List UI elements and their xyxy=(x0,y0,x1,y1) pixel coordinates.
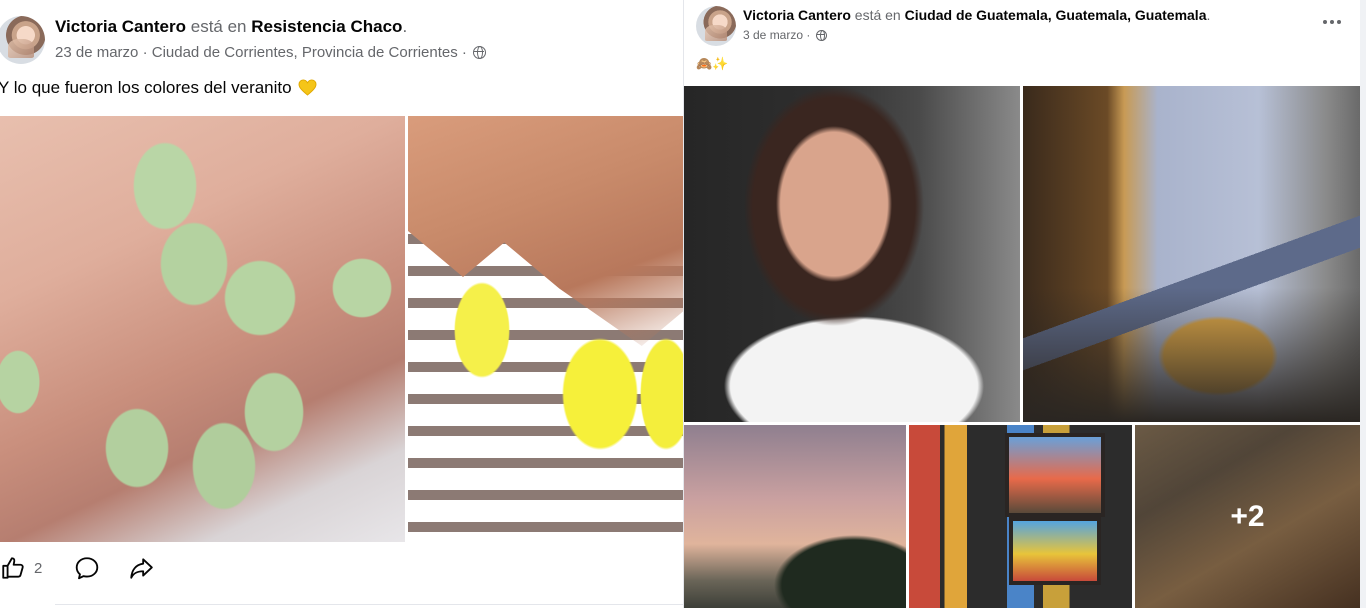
post-photo-more[interactable]: +2 xyxy=(1135,425,1360,608)
post-header: Victoria Cantero está en Resistencia Cha… xyxy=(55,17,407,37)
meta-separator: · xyxy=(806,28,811,42)
post-photo-yellow-nails[interactable] xyxy=(408,116,683,542)
post-photo-selfie[interactable] xyxy=(684,86,1020,422)
comment-button[interactable] xyxy=(74,548,100,588)
post-photo-arch-street[interactable] xyxy=(1023,86,1360,422)
thumbs-up-icon xyxy=(2,557,24,579)
post-photo-paintings[interactable] xyxy=(909,425,1132,608)
post-photo-sunset[interactable] xyxy=(684,425,906,608)
post-date[interactable]: 23 de marzo xyxy=(55,44,138,61)
card-divider xyxy=(55,604,683,605)
like-button[interactable]: 2 xyxy=(0,548,42,588)
dot-icon xyxy=(1337,20,1341,24)
caption-text: Y lo que fueron los colores del veranito xyxy=(0,78,292,97)
share-icon xyxy=(130,558,153,579)
post-caption: 🙈✨ xyxy=(696,56,729,71)
post-photo-green-nails[interactable] xyxy=(0,116,405,542)
yellow-heart-icon xyxy=(298,79,317,96)
author-name[interactable]: Victoria Cantero xyxy=(743,7,851,23)
post-meta: 3 de marzo · xyxy=(743,28,827,42)
post-location[interactable]: Ciudad de Corrientes, Provincia de Corri… xyxy=(152,44,458,61)
avatar[interactable] xyxy=(696,6,736,46)
author-name[interactable]: Victoria Cantero xyxy=(55,17,186,36)
checkin-verb: está en xyxy=(854,7,901,23)
checkin-verb: está en xyxy=(190,17,247,36)
more-photos-count[interactable]: +2 xyxy=(1135,425,1360,608)
globe-icon xyxy=(815,30,827,41)
checkin-place[interactable]: Resistencia Chaco xyxy=(251,17,402,36)
dot-icon xyxy=(1330,20,1334,24)
post-date[interactable]: 3 de marzo xyxy=(743,28,803,42)
globe-icon xyxy=(473,46,487,59)
meta-separator: · xyxy=(461,44,467,61)
reaction-count[interactable]: 2 xyxy=(34,560,42,577)
page-edge xyxy=(1360,0,1366,608)
post-meta: 23 de marzo · Ciudad de Corrientes, Prov… xyxy=(55,44,487,61)
place-period: . xyxy=(1206,7,1211,23)
comment-icon xyxy=(75,557,99,580)
place-period: . xyxy=(402,17,408,36)
meta-separator: · xyxy=(142,44,148,61)
post-card-right: Victoria Cantero está en Ciudad de Guate… xyxy=(684,0,1360,608)
more-options-button[interactable] xyxy=(1320,10,1344,34)
checkin-place[interactable]: Ciudad de Guatemala, Guatemala, Guatemal… xyxy=(905,7,1207,23)
avatar[interactable] xyxy=(0,16,45,64)
post-header: Victoria Cantero está en Ciudad de Guate… xyxy=(743,7,1210,23)
share-button[interactable] xyxy=(128,548,154,588)
post-card-left: Victoria Cantero está en Resistencia Cha… xyxy=(0,0,683,608)
dot-icon xyxy=(1323,20,1327,24)
post-caption: Y lo que fueron los colores del veranito xyxy=(0,78,317,98)
